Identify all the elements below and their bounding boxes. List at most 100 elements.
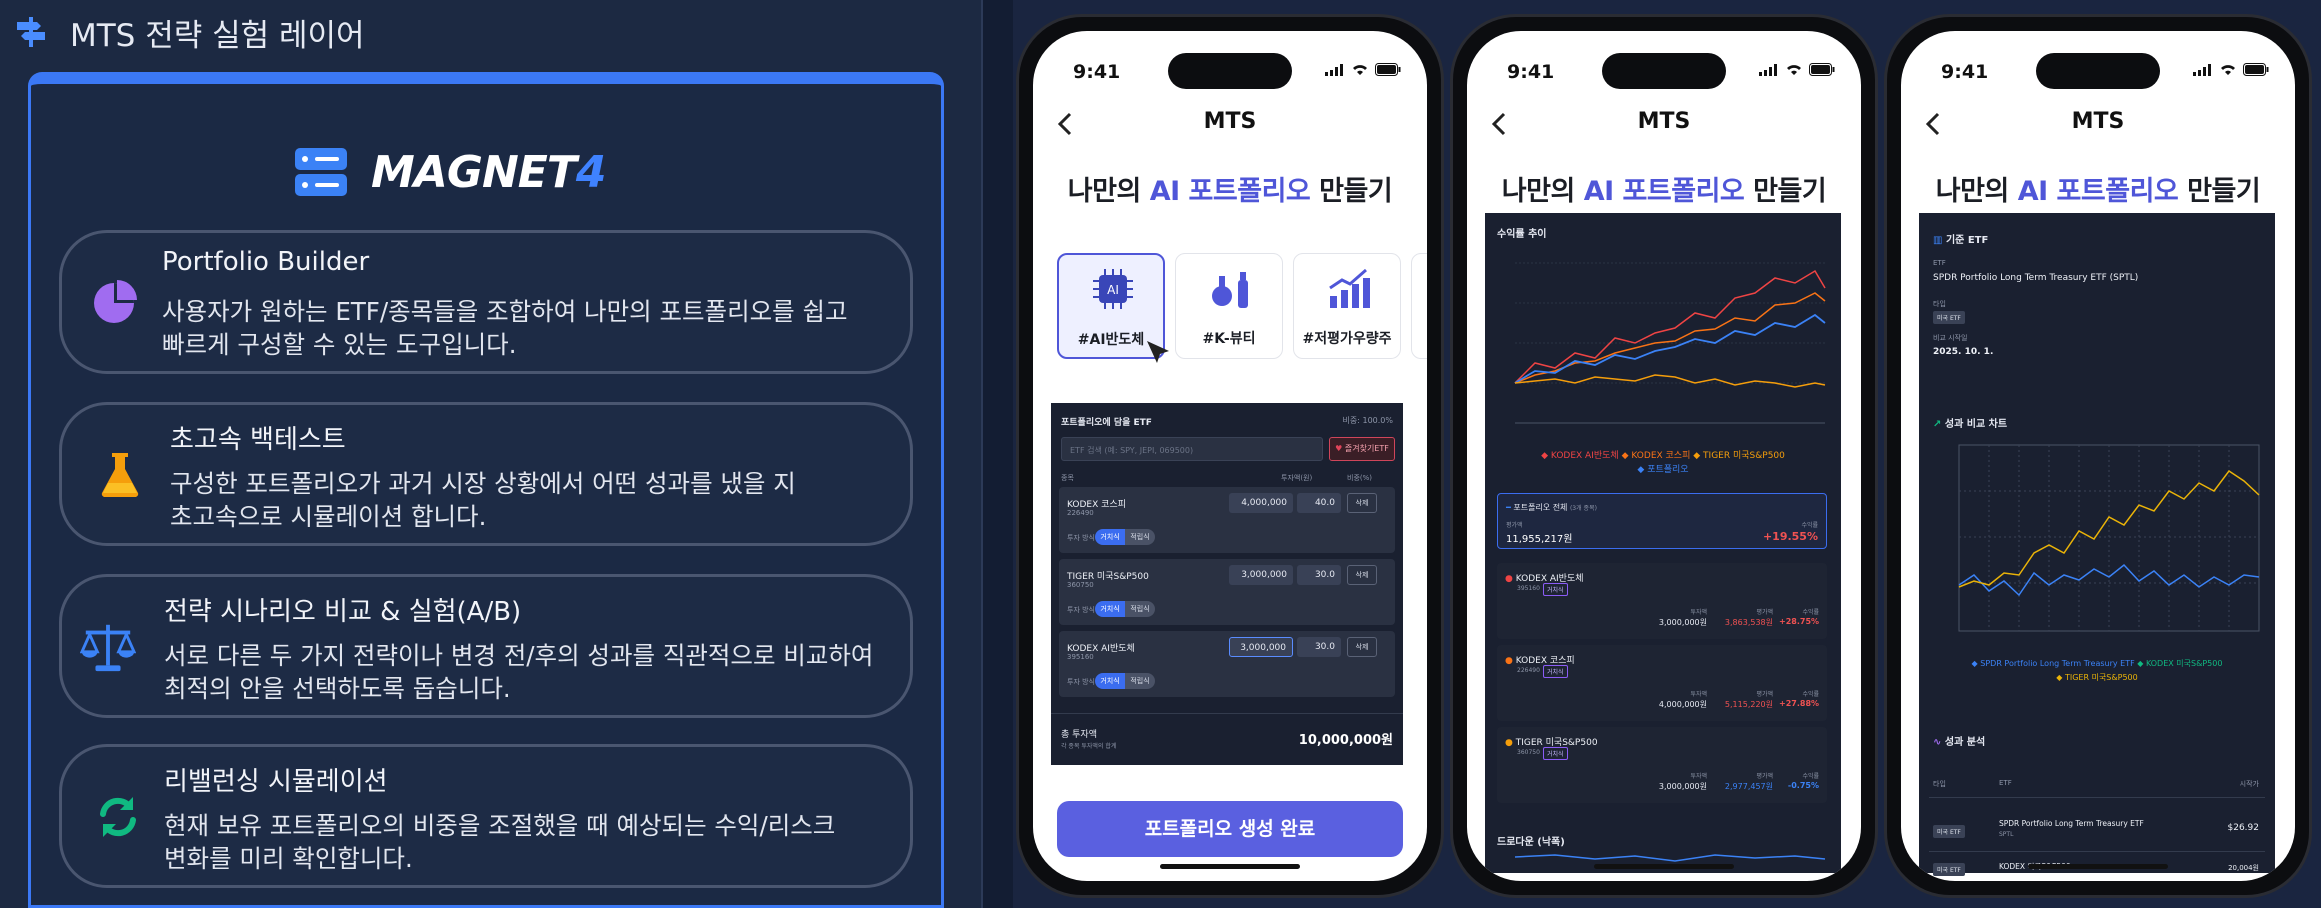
battery-icon — [1809, 63, 1835, 76]
etf-row: KODEX 코스피 226490 4,000,000 40.0 삭제 투자 방식… — [1059, 487, 1395, 553]
scale-icon — [80, 619, 136, 675]
feature-desc: 현재 보유 포트폴리오의 비중을 조절했을 때 예상되는 수익/리스크 변화를 미… — [164, 811, 836, 873]
ratio-input[interactable]: 30.0 — [1297, 637, 1341, 657]
feature-title: 리밸런싱 시뮬레이션 — [164, 767, 388, 797]
status-time: 9:41 — [1941, 61, 1989, 83]
compare-line-chart — [1958, 444, 2260, 632]
home-indicator — [2028, 864, 2168, 869]
theme-card-beauty[interactable]: #K-뷰티 — [1175, 253, 1283, 359]
phone-builder: 9:41 MTS 나만의 AI 포트폴리오 만들기 AI #AI반도체 #K-뷰… — [1016, 14, 1444, 898]
feature-title: 전략 시나리오 비교 & 실험(A/B) — [164, 597, 522, 627]
nav-title: MTS — [1203, 109, 1257, 134]
home-indicator — [1160, 864, 1300, 869]
analysis-title: ∿ 성과 분석 — [1933, 737, 1986, 748]
bench-title: ▥ 기준 ETF — [1933, 235, 1989, 246]
flask-icon — [92, 447, 148, 503]
nav-title: MTS — [2071, 109, 2125, 134]
chart-legend: ◆ KODEX AI반도체 ◆ KODEX 코스피 ◆ TIGER 미국S&P5… — [1541, 451, 1785, 475]
phone-backtest: 9:41 MTS 나만의 AI 포트폴리오 만들기 수익률 추이 ◆ KODEX… — [1450, 14, 1878, 898]
screen-heading: 나만의 AI 포트폴리오 만들기 — [1501, 176, 1827, 207]
favorite-etf-button[interactable]: ♥ 즐겨찾기ETF — [1329, 437, 1395, 461]
svg-text:AI: AI — [1107, 283, 1119, 297]
theme-label: #K-뷰티 — [1202, 331, 1256, 347]
feature-backtest[interactable]: 초고속 백테스트 구성한 포트폴리오가 과거 시장 상황에서 어떤 성과를 냈을… — [59, 402, 913, 546]
phone-screen: 9:41 MTS 나만의 AI 포트폴리오 만들기 ▥ 기준 ETF ETF S… — [1901, 31, 2295, 881]
feature-rebalancing[interactable]: 리밸런싱 시뮬레이션 현재 보유 포트폴리오의 비중을 조절했을 때 예상되는 … — [59, 744, 913, 888]
status-icons — [1759, 63, 1835, 76]
chart-title: 수익률 추이 — [1497, 229, 1547, 240]
theme-card-value[interactable]: #저평가우량주 — [1293, 253, 1401, 359]
bar-chart-icon: ▥ — [1933, 235, 1946, 246]
ratio-input[interactable]: 40.0 — [1297, 493, 1341, 513]
refresh-icon — [90, 789, 146, 845]
compare-chart-title: ↗ 성과 비교 차트 — [1933, 419, 2008, 430]
theme-card-ai[interactable]: AI #AI반도체 — [1057, 253, 1169, 363]
delete-button[interactable]: 삭제 — [1347, 637, 1377, 657]
method-lump-sum[interactable]: 거치식 — [1095, 601, 1125, 617]
ratio-input[interactable]: 30.0 — [1297, 565, 1341, 585]
phone-screen: 9:41 MTS 나만의 AI 포트폴리오 만들기 AI #AI반도체 #K-뷰… — [1033, 31, 1427, 881]
amount-input-focused[interactable]: 3,000,000 — [1229, 637, 1293, 657]
ratio-sum: 비중: 100.0% — [1342, 416, 1393, 425]
col-header: 투자액(원) — [1281, 474, 1313, 482]
col-header: 종목 — [1061, 474, 1074, 482]
cosmetics-icon — [1212, 272, 1248, 308]
etf-row: KODEX AI반도체 395160 3,000,000 30.0 삭제 투자 … — [1059, 631, 1395, 697]
cursor-icon — [1147, 341, 1169, 363]
dynamic-island — [1602, 53, 1726, 89]
amount-input[interactable]: 3,000,000 — [1229, 565, 1293, 585]
compare-legend: ◆ SPDR Portfolio Long Term Treasury ETF … — [1971, 659, 2223, 682]
battery-icon — [2243, 63, 2269, 76]
phone-compare: 9:41 MTS 나만의 AI 포트폴리오 만들기 ▥ 기준 ETF ETF S… — [1884, 14, 2312, 898]
holding-card[interactable]: ● TIGER 미국S&P500 360750 거치식 투자액 평가액 수익률 … — [1497, 727, 1827, 803]
method-installment[interactable]: 적립식 — [1125, 601, 1155, 617]
status-time: 9:41 — [1507, 61, 1555, 83]
start-date: 2025. 10. 1. — [1933, 347, 1994, 357]
screen-heading: 나만의 AI 포트폴리오 만들기 — [1935, 176, 2261, 207]
wifi-icon — [1353, 65, 1367, 75]
strategy-layer-panel: MTS 전략 실험 레이어 MAGNET4 Portfolio Builder … — [0, 0, 983, 908]
logo-text: MAGNET4 — [371, 146, 606, 198]
theme-card-next[interactable] — [1411, 253, 1427, 359]
delete-button[interactable]: 삭제 — [1347, 493, 1377, 513]
trend-icon: ↗ — [1933, 419, 1945, 430]
theme-label: #저평가우량주 — [1302, 331, 1392, 347]
home-indicator — [1594, 864, 1734, 869]
wifi-icon — [2221, 65, 2235, 75]
method-lump-sum[interactable]: 거치식 — [1095, 529, 1125, 545]
signal-icon — [2193, 63, 2211, 76]
holding-card[interactable]: ● KODEX AI반도체 395160 거치식 투자액 평가액 수익률 3,0… — [1497, 563, 1827, 639]
row-etf-name: SPDR Portfolio Long Term Treasury ETF — [1999, 819, 2144, 828]
method-lump-sum[interactable]: 거치식 — [1095, 673, 1125, 689]
feature-desc: 사용자가 원하는 ETF/종목들을 조합하여 나만의 포트폴리오를 쉽고 빠르게 … — [162, 297, 848, 359]
battery-icon — [1375, 63, 1401, 76]
pie-chart-icon — [86, 275, 142, 331]
method-installment[interactable]: 적립식 — [1125, 673, 1155, 689]
type-badge: 미국 ETF — [1933, 311, 1965, 324]
drawdown-title: 드로다운 (낙폭) — [1497, 837, 1565, 848]
dynamic-island — [2036, 53, 2160, 89]
row-price: $26.92 — [2227, 823, 2260, 833]
magnet-logo: MAGNET4 — [293, 144, 606, 200]
method-installment[interactable]: 적립식 — [1125, 529, 1155, 545]
growth-chart-icon — [1329, 268, 1370, 308]
total-sub: 각 종목 투자액의 합계 — [1061, 743, 1117, 750]
backtest-result-panel: 수익률 추이 ◆ KODEX AI반도체 ◆ KODEX 코스피 ◆ TIGER… — [1485, 213, 1841, 873]
wifi-icon — [1787, 65, 1801, 75]
feature-portfolio-builder[interactable]: Portfolio Builder 사용자가 원하는 ETF/종목들을 조합하여… — [59, 230, 913, 374]
drawdown-chart — [1514, 854, 1826, 862]
bench-etf-name: SPDR Portfolio Long Term Treasury ETF (S… — [1933, 273, 2139, 283]
pulse-icon: ∿ — [1933, 737, 1945, 748]
status-icons — [1325, 63, 1401, 76]
total-label: 총 투자액 — [1061, 730, 1097, 740]
holding-card[interactable]: ● KODEX 코스피 226490 거치식 투자액 평가액 수익률 4,000… — [1497, 645, 1827, 721]
feature-title: Portfolio Builder — [162, 247, 370, 277]
delete-button[interactable]: 삭제 — [1347, 565, 1377, 585]
create-portfolio-button[interactable]: 포트폴리오 생성 완료 — [1057, 801, 1403, 857]
dynamic-island — [1168, 53, 1292, 89]
amount-input[interactable]: 4,000,000 — [1229, 493, 1293, 513]
feature-ab-test[interactable]: 전략 시나리오 비교 & 실험(A/B) 서로 다른 두 가지 전략이나 변경 … — [59, 574, 913, 718]
etf-search-input[interactable]: ETF 검색 (예: SPY, JEPI, 069500) — [1061, 437, 1323, 461]
portfolio-summary-card[interactable]: ━ 포트폴리오 전체 (3개 종목) 평가액 11,955,217원 수익률 +… — [1497, 493, 1827, 549]
panel-title: 포트폴리오에 담을 ETF — [1061, 418, 1152, 428]
